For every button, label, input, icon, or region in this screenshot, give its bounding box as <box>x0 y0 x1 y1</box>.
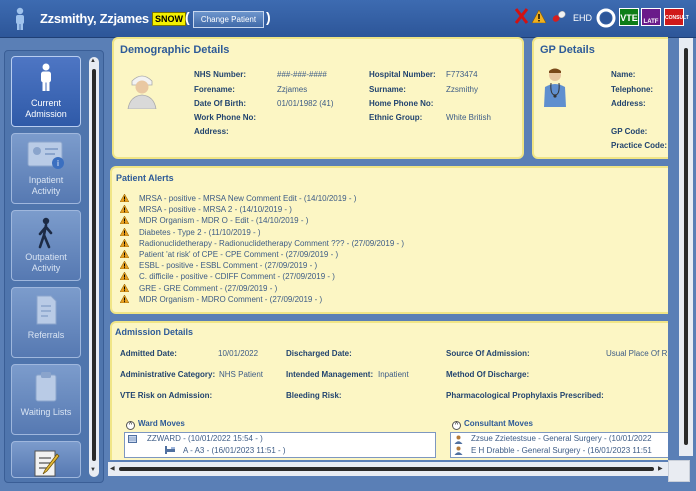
consultant-icon <box>454 446 463 455</box>
patient-alerts-panel: Patient Alerts MRSA - positive - MRSA Ne… <box>110 166 668 314</box>
ward-moves-list: ZZWARD - (10/01/2022 15:54 - ) A - A3 - … <box>124 432 436 458</box>
main-content: Demographic Details NHS Number: ###-###-… <box>108 36 668 460</box>
nav-inpatient-activity[interactable]: i Inpatient Activity <box>11 133 81 204</box>
alert-item[interactable]: MDR Organism - MDR O - Edit - (14/10/201… <box>120 216 308 225</box>
snow-badge: SNOW <box>152 12 186 26</box>
scroll-right-arrow-icon[interactable]: ▶ <box>658 465 663 472</box>
ward-moves-section: ^ Ward Moves ZZWARD - (10/01/2022 15:54 -… <box>124 419 436 459</box>
bed-icon <box>165 446 175 454</box>
ethnic-group-value: White British <box>446 113 491 122</box>
patient-avatar-icon <box>127 75 157 109</box>
alert-item[interactable]: ESBL - positive - ESBL Comment - (27/09/… <box>120 261 317 270</box>
latf-badge[interactable]: LATF <box>641 8 661 26</box>
admitted-date-value: 10/01/2022 <box>218 349 259 358</box>
change-patient-button[interactable]: Change Patient <box>193 11 264 28</box>
warning-icon <box>120 294 129 303</box>
red-cross-icon[interactable] <box>515 8 528 24</box>
alert-item[interactable]: GRE - GRE Comment - (27/09/2019 - ) <box>120 283 277 293</box>
scroll-left-arrow-icon[interactable]: ◀ <box>110 465 115 472</box>
main-horizontal-scroll-thumb[interactable] <box>119 467 654 471</box>
admin-category-value: NHS Patient <box>219 370 264 379</box>
patient-header-bar: Zzsmithy, Zzjames SNOW ( Change Patient … <box>0 0 696 38</box>
consultant-moves-section: ^ Consultant Moves Zzsue Zzietestsue - Ge… <box>450 419 668 459</box>
collapse-icon[interactable]: ^ <box>126 421 135 430</box>
collapse-icon[interactable]: ^ <box>452 421 461 430</box>
sidebar-scroll-thumb[interactable] <box>92 69 96 461</box>
nav-current-admission[interactable]: Current Admission <box>11 56 81 127</box>
nhs-number-value: ###-###-#### <box>277 70 327 79</box>
hospital-number-value: F773474 <box>446 70 478 79</box>
activity-sidebar: Current Admission i Inpatient Activity O… <box>4 50 104 483</box>
notepad-icon <box>34 450 60 477</box>
ehd-label[interactable]: EHD <box>573 13 592 23</box>
ward-icon <box>128 435 137 443</box>
consultant-moves-header[interactable]: ^ Consultant Moves <box>452 419 533 430</box>
walking-person-icon <box>38 217 53 249</box>
scroll-corner <box>668 460 690 482</box>
main-horizontal-scrollbar[interactable]: ◀ ▶ <box>108 462 668 476</box>
sidebar-scrollbar[interactable]: ▲ ▼ <box>89 57 99 477</box>
alert-item[interactable]: Radionuclidetherapy - Radionuclidetherap… <box>120 238 404 248</box>
consult-badge[interactable]: CONSULT <box>664 8 689 26</box>
main-vertical-scroll-thumb[interactable] <box>684 48 688 445</box>
scroll-down-arrow-icon[interactable]: ▼ <box>90 467 96 473</box>
paren-close: ) <box>266 9 271 25</box>
vte-badge[interactable]: VTE <box>619 8 639 26</box>
alert-item[interactable]: MRSA - positive - MRSA New Comment Edit … <box>120 194 356 203</box>
ring-icon[interactable] <box>596 8 616 28</box>
alert-item[interactable]: Patient 'at risk' of CPE - CPE Comment -… <box>120 250 338 259</box>
demographic-title: Demographic Details <box>120 44 230 56</box>
id-card-icon: i <box>27 141 64 169</box>
person-icon <box>16 7 24 30</box>
warning-icon <box>120 261 129 270</box>
ward-move-row[interactable]: A - A3 - (16/01/2023 11:51 - ) <box>183 446 286 455</box>
alert-item[interactable]: C. difficile - positive - CDIFF Comment … <box>120 272 335 281</box>
dob-value: 01/01/1982 (41) <box>277 99 334 108</box>
svg-text:i: i <box>57 159 59 168</box>
document-icon <box>36 295 57 325</box>
gp-title: GP Details <box>540 44 595 56</box>
paren-open: ( <box>185 9 190 25</box>
consultant-moves-list: Zzsue Zzietestsue - General Surgery - (1… <box>450 432 668 458</box>
warning-icon <box>120 238 129 247</box>
ward-move-row[interactable]: ZZWARD - (10/01/2022 15:54 - ) <box>147 434 263 443</box>
patient-name: Zzsmithy, Zzjames <box>40 11 149 26</box>
alert-item[interactable]: MDR Organism - MDRO Comment - (27/09/201… <box>120 294 322 304</box>
nav-notes[interactable] <box>11 441 81 478</box>
gp-details-panel: GP Details Name: Telephone: Address: GP … <box>532 37 668 159</box>
warning-icon[interactable] <box>532 10 546 23</box>
consultant-move-row[interactable]: Zzsue Zzietestsue - General Surgery - (1… <box>471 434 652 443</box>
alerts-title: Patient Alerts <box>116 173 174 183</box>
nav-referrals[interactable]: Referrals <box>11 287 81 358</box>
surname-value: Zzsmithy <box>446 85 478 94</box>
nav-outpatient-activity[interactable]: Outpatient Activity <box>11 210 81 281</box>
nav-waiting-lists[interactable]: Waiting Lists <box>11 364 81 435</box>
consultant-icon <box>454 435 463 444</box>
source-of-admission-value: Usual Place Of R <box>606 349 668 358</box>
ward-moves-header[interactable]: ^ Ward Moves <box>126 419 185 430</box>
alert-item[interactable]: Diabetes - Type 2 - (11/10/2019 - ) <box>120 227 261 237</box>
alert-item[interactable]: MRSA - positive - MRSA 2 - (14/10/2019 -… <box>120 205 292 214</box>
intended-management-value: Inpatient <box>378 370 409 379</box>
warning-icon <box>120 216 129 225</box>
consultant-move-row[interactable]: E H Drabble - General Surgery - (16/01/2… <box>471 446 652 455</box>
demographic-details-panel: Demographic Details NHS Number: ###-###-… <box>112 37 524 159</box>
person-icon <box>41 63 51 91</box>
admission-details-panel: Admission Details Admitted Date: 10/01/2… <box>110 321 668 460</box>
admission-title: Admission Details <box>115 327 194 337</box>
warning-icon <box>120 205 129 214</box>
doctor-icon <box>544 68 566 107</box>
pill-icon[interactable] <box>551 9 567 24</box>
clipboard-icon <box>35 372 57 402</box>
warning-icon <box>120 194 129 202</box>
warning-icon <box>120 272 129 281</box>
warning-icon <box>120 250 129 258</box>
warning-icon <box>120 227 129 236</box>
scroll-up-arrow-icon[interactable]: ▲ <box>90 58 96 64</box>
main-vertical-scrollbar[interactable] <box>679 38 693 456</box>
forename-value: Zzjames <box>277 85 308 94</box>
warning-icon <box>120 283 129 292</box>
